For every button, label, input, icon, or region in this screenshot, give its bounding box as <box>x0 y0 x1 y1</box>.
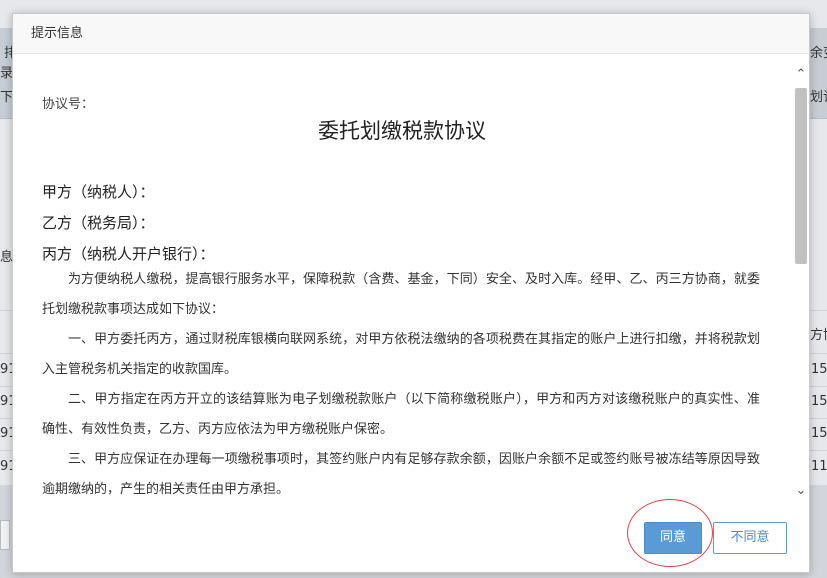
party-a: 甲方（纳税人）： <box>42 183 155 201</box>
agreement-paragraph: 三、甲方应保证在办理每一项缴税事项时，其签约账户内有足够存款余额，因账户余额不足… <box>42 452 760 497</box>
dialog-body: 协议号： 委托划缴税款协议 甲方（纳税人）： 乙方（税务局）： 丙方（纳税人开户… <box>13 55 793 510</box>
party-c: 丙方（纳税人开户银行）： <box>42 245 215 263</box>
document-title: 委托划缴税款协议 <box>318 119 486 143</box>
background-text: 余变 <box>810 46 827 61</box>
scroll-down-arrow-icon[interactable]: ⌄ <box>794 482 808 500</box>
agreement-content: 协议号： 委托划缴税款协议 甲方（纳税人）： 乙方（税务局）： 丙方（纳税人开户… <box>42 93 762 497</box>
background-text: 158 <box>811 426 827 441</box>
party-b: 乙方（税务局）： <box>42 214 155 232</box>
background-text: 11 <box>811 459 827 474</box>
agreement-number-label: 协议号： <box>42 97 95 112</box>
content-scrollbar[interactable]: ⌃ ⌄ <box>793 64 809 504</box>
background-text: 方协 <box>810 328 827 343</box>
background-text: 划该 <box>810 90 827 105</box>
scrollbar-thumb[interactable] <box>795 88 807 264</box>
agreement-dialog: 提示信息 协议号： 委托划缴税款协议 甲方（纳税人）： 乙方（税务局）： 丙方（… <box>12 13 810 573</box>
disagree-button[interactable]: 不同意 <box>713 522 787 554</box>
background-button <box>0 520 10 550</box>
background-text: 158 <box>811 362 827 377</box>
highlight-annotation-circle <box>627 499 713 567</box>
agreement-paragraph: 二、甲方指定在丙方开立的该结算账为电子划缴税款账户（以下简称缴税账户），甲方和丙… <box>42 392 760 437</box>
dialog-title: 提示信息 <box>13 14 809 54</box>
scroll-up-arrow-icon[interactable]: ⌃ <box>794 66 808 84</box>
background-text: 158 <box>811 394 827 409</box>
agreement-paragraph: 一、甲方委托丙方，通过财税库银横向联网系统，对甲方依税法缴纳的各项税费在其指定的… <box>42 332 760 377</box>
agreement-paragraph: 为方便纳税人缴税，提高银行服务水平，保障税款（含费、基金，下同）安全、及时入库。… <box>42 272 760 317</box>
